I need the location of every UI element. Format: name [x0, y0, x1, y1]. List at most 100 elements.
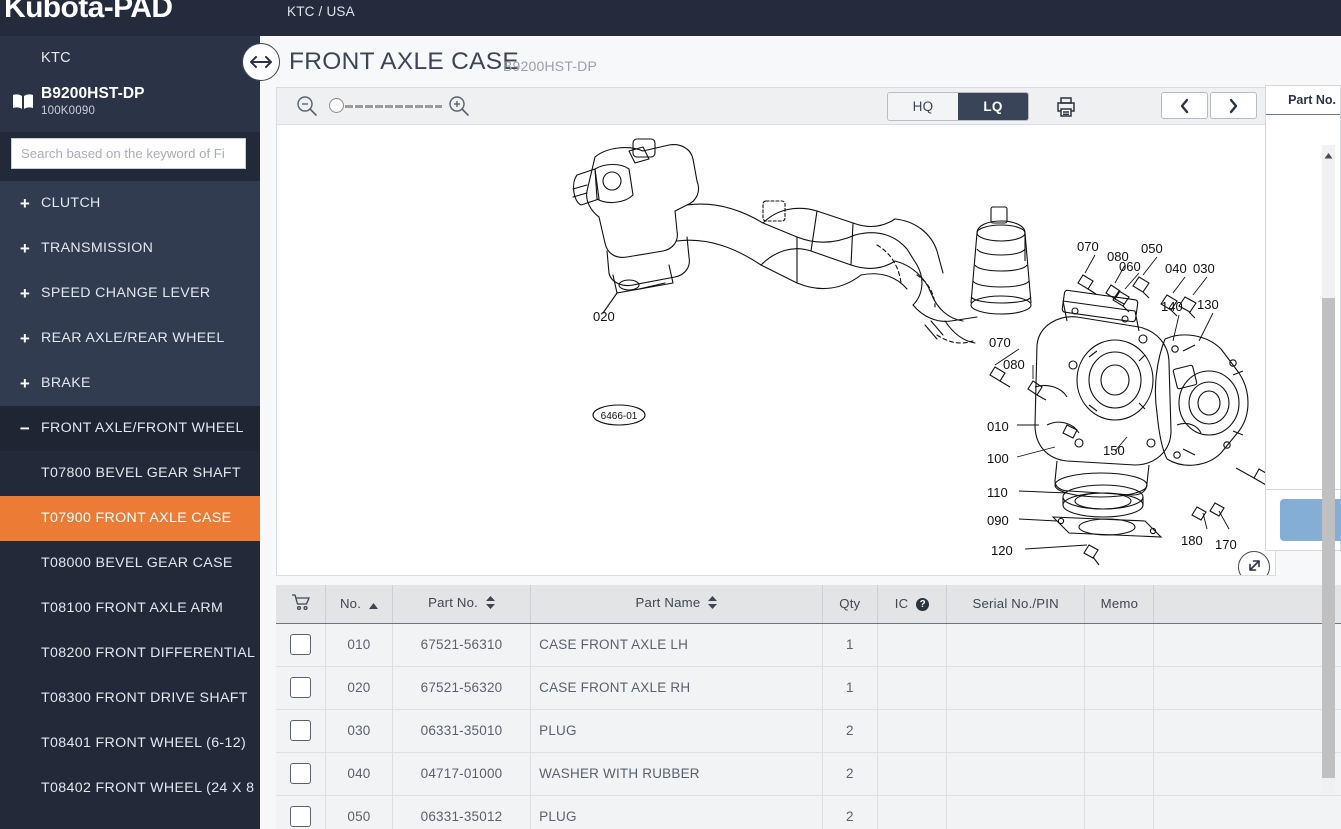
col-qty[interactable]: Qty	[822, 585, 877, 623]
cell-memo	[1085, 666, 1154, 709]
cell-qty: 1	[822, 623, 877, 666]
sidebar-ktc-label[interactable]: KTC	[0, 36, 260, 81]
sidebar-item-label: T08401 FRONT WHEEL (6-12)	[41, 735, 246, 751]
expand-icon[interactable]: +	[18, 316, 32, 361]
cell-rem	[1154, 795, 1341, 829]
search-input[interactable]	[11, 138, 246, 169]
zoom-in-icon[interactable]	[448, 95, 470, 122]
cell-no: 040	[326, 752, 393, 795]
sidebar-item-t07800-bevel-gear-shaft[interactable]: T07800 BEVEL GEAR SHAFT	[0, 451, 260, 496]
table-row[interactable]: 03006331-35010PLUG2	[276, 709, 1341, 752]
resize-diagonal-icon	[1245, 558, 1264, 576]
cell-partno: 67521-56310	[392, 623, 530, 666]
diagram-callout-070b: 070	[989, 335, 1011, 350]
quality-hq-button[interactable]: HQ	[888, 93, 958, 120]
collapse-icon[interactable]: −	[18, 406, 32, 451]
sidebar-item-t08100-front-axle-arm[interactable]: T08100 FRONT AXLE ARM	[0, 586, 260, 631]
sidebar-toggle-button[interactable]	[242, 43, 280, 81]
row-checkbox-cell	[276, 666, 326, 709]
sidebar-item-t08402-front-wheel-24-x-8[interactable]: T08402 FRONT WHEEL (24 X 8	[0, 766, 260, 811]
table-row[interactable]: 05006331-35012PLUG2	[276, 795, 1341, 829]
table-row[interactable]: 02067521-56320CASE FRONT AXLE RH1	[276, 666, 1341, 709]
col-no[interactable]: No.	[326, 585, 393, 623]
next-page-button[interactable]	[1210, 92, 1257, 119]
col-memo[interactable]: Memo	[1085, 585, 1154, 623]
cell-ic	[877, 752, 946, 795]
cell-name: WASHER WITH RUBBER	[531, 752, 823, 795]
sidebar-item-transmission[interactable]: +TRANSMISSION	[0, 226, 260, 271]
row-checkbox[interactable]	[290, 677, 311, 698]
side-panel-header: Part No.	[1266, 86, 1340, 115]
sidebar-item-clutch[interactable]: + CLUTCH	[0, 181, 260, 226]
print-icon[interactable]	[1054, 95, 1078, 124]
row-checkbox[interactable]	[290, 634, 311, 655]
sidebar-item-t08401-front-wheel-6-12[interactable]: T08401 FRONT WHEEL (6-12)	[0, 721, 260, 766]
viewer-toolbar: HQ LQ	[277, 88, 1275, 125]
scrollbar-thumb[interactable]	[1322, 298, 1335, 778]
sort-both-icon[interactable]	[486, 596, 495, 612]
expand-icon[interactable]: +	[18, 226, 32, 271]
expand-icon[interactable]: +	[18, 271, 32, 316]
sidebar-nav-list: +CLUTCH+TRANSMISSION+SPEED CHANGE LEVER+…	[0, 181, 260, 829]
col-partno[interactable]: Part No.	[392, 585, 530, 623]
col-serial[interactable]: Serial No./PIN	[947, 585, 1085, 623]
col-ic[interactable]: IC ?	[877, 585, 946, 623]
sidebar-item-brake[interactable]: +BRAKE	[0, 361, 260, 406]
table-row[interactable]: 01067521-56310CASE FRONT AXLE LH1	[276, 623, 1341, 666]
col-remarks[interactable]: Remarks	[1154, 585, 1341, 623]
table-row[interactable]: 04004717-01000WASHER WITH RUBBER2	[276, 752, 1341, 795]
row-checkbox[interactable]	[290, 806, 311, 827]
cell-memo	[1085, 752, 1154, 795]
col-cart[interactable]	[276, 585, 326, 623]
help-icon[interactable]: ?	[916, 598, 929, 611]
diagram-callout-130: 130	[1197, 297, 1219, 312]
diagram-callout-140: 140	[1161, 299, 1183, 314]
sidebar-item-label: T07800 BEVEL GEAR SHAFT	[41, 465, 241, 481]
zoom-out-icon[interactable]	[296, 95, 318, 122]
cart-icon	[291, 594, 310, 611]
sort-asc-icon[interactable]	[369, 597, 378, 612]
parts-table-container: No. Part No. Part Name	[276, 585, 1341, 829]
zoom-slider-ticks	[343, 105, 441, 108]
expand-diagram-button[interactable]	[1238, 551, 1270, 575]
sidebar-item-t08200-front-differential[interactable]: T08200 FRONT DIFFERENTIAL	[0, 631, 260, 676]
col-partname[interactable]: Part Name	[531, 585, 823, 623]
diagram-callout-100: 100	[987, 451, 1009, 466]
quality-lq-button[interactable]: LQ	[958, 93, 1028, 120]
prev-page-button[interactable]	[1161, 92, 1208, 119]
row-checkbox[interactable]	[290, 720, 311, 741]
sidebar-scrollbar[interactable]	[1322, 145, 1335, 793]
diagram-callout-050: 050	[1141, 241, 1163, 256]
sidebar-item-t07900-front-axle-case[interactable]: T07900 FRONT AXLE CASE	[0, 496, 260, 541]
cell-memo	[1085, 709, 1154, 752]
sidebar-item-label: CLUTCH	[41, 195, 101, 211]
sidebar-item-front-axle-front-wheel[interactable]: −FRONT AXLE/FRONT WHEEL	[0, 406, 260, 451]
row-checkbox-cell	[276, 709, 326, 752]
book-icon	[12, 93, 34, 111]
breadcrumb[interactable]: KTC / USA	[287, 2, 355, 22]
sidebar-item-t08000-bevel-gear-case[interactable]: T08000 BEVEL GEAR CASE	[0, 541, 260, 586]
app-root: Kubota-PAD KTC / USA KTC B9200HST-DP 100…	[0, 0, 1341, 829]
row-checkbox-cell	[276, 795, 326, 829]
table-header-row: No. Part No. Part Name	[276, 585, 1341, 623]
sidebar-item-label: T08100 FRONT AXLE ARM	[41, 600, 223, 616]
sidebar-item-t08300-front-drive-shaft[interactable]: T08300 FRONT DRIVE SHAFT	[0, 676, 260, 721]
zoom-slider-handle[interactable]	[329, 98, 344, 113]
sidebar-item-label: T08300 FRONT DRIVE SHAFT	[41, 690, 248, 706]
expand-icon[interactable]: +	[18, 361, 32, 406]
diagram-callout-090: 090	[987, 513, 1009, 528]
row-checkbox[interactable]	[290, 763, 311, 784]
expand-icon[interactable]: +	[18, 181, 32, 226]
diagram-canvas[interactable]: 020 070 080 050 060 040 030 070 080 140 …	[277, 125, 1275, 575]
zoom-slider[interactable]	[329, 104, 442, 109]
cell-ic	[877, 666, 946, 709]
sidebar-item-label: T07900 FRONT AXLE CASE	[41, 510, 231, 526]
sidebar-item-rear-axle-rear-wheel[interactable]: +REAR AXLE/REAR WHEEL	[0, 316, 260, 361]
diagram-callout-110: 110	[987, 485, 1008, 500]
scroll-up-arrow-icon[interactable]	[1323, 148, 1334, 158]
sidebar-item-speed-change-lever[interactable]: +SPEED CHANGE LEVER	[0, 271, 260, 316]
diagram-callout-010: 010	[987, 419, 1009, 434]
diagram-callout-070: 070	[1077, 239, 1099, 254]
sort-both-icon[interactable]	[708, 596, 717, 612]
sidebar-model-header[interactable]: B9200HST-DP 100K0090	[0, 81, 260, 132]
